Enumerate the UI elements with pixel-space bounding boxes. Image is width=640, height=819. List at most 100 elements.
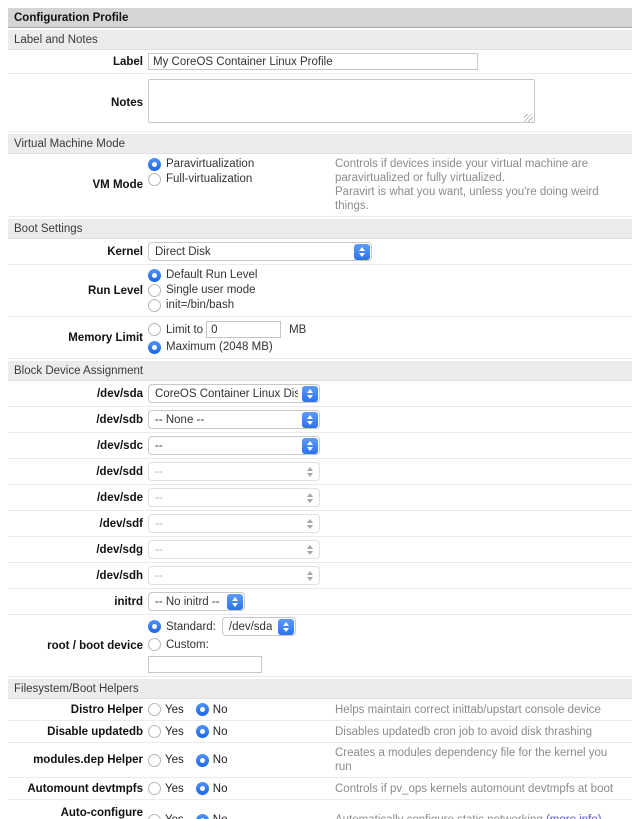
vm-mode-help: Controls if devices inside your virtual …	[335, 157, 627, 213]
device-sdd-select: --	[148, 462, 320, 481]
helper-help-text: Automatically configure static networkin…	[335, 814, 546, 819]
radio-no-icon[interactable]	[196, 814, 209, 819]
run-level-row: Run Level Default Run Level Single user …	[8, 265, 632, 317]
notes-textarea[interactable]	[148, 79, 535, 123]
run-level-option-init-bash[interactable]: init=/bin/bash	[148, 298, 257, 312]
device-select-value: --	[155, 544, 163, 556]
select-stepper-icon	[302, 438, 318, 454]
radio-single-user-icon[interactable]	[148, 284, 161, 297]
vm-mode-option-full-virtualization[interactable]: Full-virtualization	[148, 172, 330, 186]
device-row-sdb: /dev/sdb -- None --	[8, 407, 632, 433]
run-level-option-single-user[interactable]: Single user mode	[148, 283, 257, 297]
radio-standard-icon[interactable]	[148, 620, 161, 633]
no-label: No	[213, 704, 228, 716]
device-sdc-select[interactable]: --	[148, 436, 320, 455]
device-label: /dev/sdc	[8, 439, 143, 453]
radio-limit-to-icon[interactable]	[148, 323, 161, 336]
memory-unit-label: MB	[289, 324, 306, 336]
device-select-value: -- None --	[155, 414, 204, 426]
select-stepper-icon	[278, 619, 294, 635]
label-field-label: Label	[8, 55, 143, 69]
device-sdf-select: --	[148, 514, 320, 533]
root-device-option-custom[interactable]: Custom:	[148, 636, 296, 653]
device-sda-select[interactable]: CoreOS Container Linux Disk	[148, 384, 320, 403]
section-boot-settings: Boot Settings	[8, 219, 632, 239]
vm-mode-option-paravirtualization[interactable]: Paravirtualization	[148, 157, 330, 171]
root-device-option-standard[interactable]: Standard: /dev/sda	[148, 618, 296, 635]
kernel-select[interactable]: Direct Disk	[148, 242, 372, 261]
device-select-value: --	[155, 570, 163, 582]
resize-grip-icon[interactable]	[524, 114, 533, 123]
configuration-profile-page: Configuration Profile Label and Notes La…	[0, 0, 640, 819]
helper-row-updatedb: Disable updatedb Yes No Disables updated…	[8, 721, 632, 743]
select-stepper-icon	[354, 244, 370, 260]
device-select-value: --	[155, 440, 163, 452]
radio-no-icon[interactable]	[196, 725, 209, 738]
radio-yes-icon[interactable]	[148, 814, 161, 819]
radio-no-icon[interactable]	[196, 703, 209, 716]
radio-full-virtualization-icon[interactable]	[148, 173, 161, 186]
select-stepper-icon	[302, 412, 318, 428]
vm-mode-row: VM Mode Paravirtualization Full-virtuali…	[8, 154, 632, 217]
radio-no-icon[interactable]	[196, 754, 209, 767]
initrd-select-value: -- No initrd --	[155, 596, 220, 608]
device-select-value: --	[155, 492, 163, 504]
device-row-sdh: /dev/sdh --	[8, 563, 632, 589]
helper-help: Helps maintain correct inittab/upstart c…	[335, 703, 627, 717]
device-label: /dev/sda	[8, 387, 143, 401]
yes-label: Yes	[165, 814, 184, 819]
notes-row: Notes	[8, 74, 632, 132]
helper-row-modules-dep: modules.dep Helper Yes No Creates a modu…	[8, 743, 632, 778]
yes-label: Yes	[165, 783, 184, 795]
select-stepper-icon	[302, 568, 318, 584]
no-label: No	[213, 783, 228, 795]
memory-limit-option-maximum[interactable]: Maximum (2048 MB)	[148, 340, 306, 354]
memory-limit-option-limit[interactable]: Limit to MB	[148, 320, 306, 339]
custom-root-device-input[interactable]	[148, 656, 262, 673]
section-virtual-machine-mode: Virtual Machine Mode	[8, 134, 632, 154]
limit-to-label: Limit to	[166, 324, 203, 336]
option-label: Default Run Level	[166, 268, 257, 282]
more-info-link[interactable]: (more info)	[546, 814, 602, 819]
radio-default-run-level-icon[interactable]	[148, 269, 161, 282]
radio-no-icon[interactable]	[196, 782, 209, 795]
helper-label: Auto-configure Networking	[8, 806, 143, 819]
device-sdg-select: --	[148, 540, 320, 559]
device-sdb-select[interactable]: -- None --	[148, 410, 320, 429]
helper-help: Automatically configure static networkin…	[335, 813, 627, 819]
no-label: No	[213, 754, 228, 766]
device-row-sde: /dev/sde --	[8, 485, 632, 511]
helper-help: Disables updatedb cron job to avoid disk…	[335, 725, 627, 739]
helper-help: Controls if pv_ops kernels automount dev…	[335, 782, 627, 796]
option-label: Single user mode	[166, 283, 256, 297]
option-label: Paravirtualization	[166, 157, 254, 171]
memory-limit-input[interactable]	[206, 321, 281, 338]
kernel-label: Kernel	[8, 245, 143, 259]
device-row-sdc: /dev/sdc --	[8, 433, 632, 459]
label-row: Label	[8, 50, 632, 74]
root-device-select[interactable]: /dev/sda	[222, 617, 296, 636]
section-filesystem-boot-helpers: Filesystem/Boot Helpers	[8, 679, 632, 699]
radio-paravirtualization-icon[interactable]	[148, 158, 161, 171]
label-input[interactable]	[148, 53, 478, 70]
radio-init-bash-icon[interactable]	[148, 299, 161, 312]
helper-row-networking: Auto-configure Networking Yes No Automat…	[8, 800, 632, 819]
run-level-option-default[interactable]: Default Run Level	[148, 268, 257, 282]
initrd-select[interactable]: -- No initrd --	[148, 592, 245, 611]
root-boot-device-label: root / boot device	[8, 639, 143, 653]
root-device-select-value: /dev/sda	[229, 621, 272, 633]
radio-yes-icon[interactable]	[148, 703, 161, 716]
helper-row-devtmpfs: Automount devtmpfs Yes No Controls if pv…	[8, 778, 632, 800]
select-stepper-icon	[302, 490, 318, 506]
device-sde-select: --	[148, 488, 320, 507]
radio-yes-icon[interactable]	[148, 725, 161, 738]
radio-maximum-icon[interactable]	[148, 341, 161, 354]
vm-mode-label: VM Mode	[8, 178, 143, 192]
select-stepper-icon	[302, 516, 318, 532]
device-label: /dev/sdb	[8, 413, 143, 427]
radio-yes-icon[interactable]	[148, 782, 161, 795]
radio-custom-icon[interactable]	[148, 638, 161, 651]
option-label: init=/bin/bash	[166, 298, 234, 312]
radio-yes-icon[interactable]	[148, 754, 161, 767]
no-label: No	[213, 726, 228, 738]
